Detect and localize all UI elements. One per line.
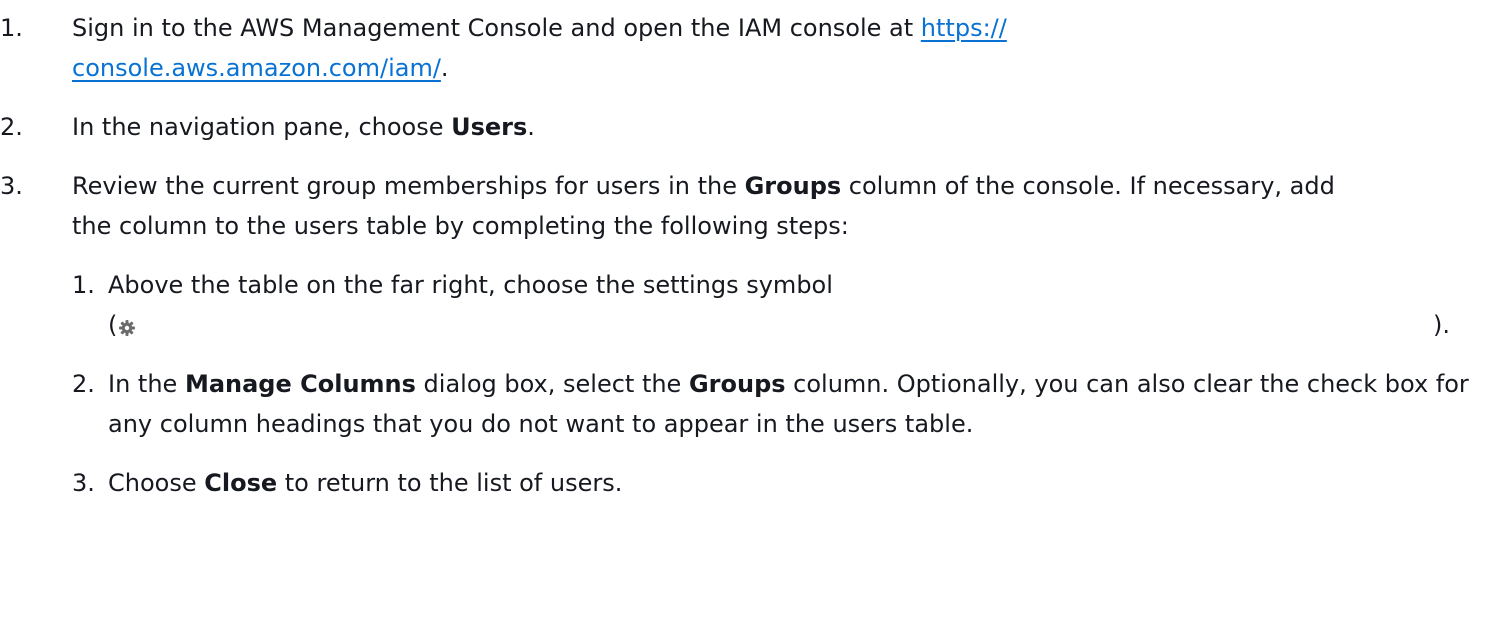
step-text-end: . <box>440 54 449 82</box>
step-number: 2. <box>0 113 23 141</box>
step-text: In the navigation pane, choose <box>72 113 452 141</box>
substep-number: 1. <box>72 271 95 299</box>
substep-1: 1. Above the table on the far right, cho… <box>72 265 1486 345</box>
paren-close: ). <box>1433 311 1450 339</box>
step-number: 3. <box>0 172 23 200</box>
paren-open: ( <box>108 311 118 339</box>
substep-text: Above the table on the far right, choose… <box>108 271 833 299</box>
procedure-steps: 1. Sign in to the AWS Management Console… <box>0 8 1487 522</box>
step-1: 1. Sign in to the AWS Management Console… <box>0 8 1487 88</box>
step-text-end: . <box>527 113 535 141</box>
substep-text: In the <box>108 370 185 398</box>
substep-text: Choose <box>108 469 205 497</box>
step-text: Sign in to the AWS Management Console an… <box>72 14 921 42</box>
document-page: 1. Sign in to the AWS Management Console… <box>0 0 1487 631</box>
substep-text-middle: dialog box, select the <box>415 370 689 398</box>
step-number: 1. <box>0 14 23 42</box>
ui-term-groups: Groups <box>688 370 786 398</box>
ui-term-groups: Groups <box>744 172 842 200</box>
ui-term-users: Users <box>451 113 528 141</box>
substep-3: 3. Choose Close to return to the list of… <box>72 463 1486 503</box>
ui-term-manage-columns: Manage Columns <box>184 370 416 398</box>
substep-number: 3. <box>72 469 95 497</box>
substep-number: 2. <box>72 370 95 398</box>
settings-symbol-line: (). <box>108 305 1450 345</box>
ui-term-close: Close <box>204 469 278 497</box>
link-text-part1: https:// <box>920 14 1007 42</box>
step-3: 3. Review the current group memberships … <box>0 166 1487 503</box>
substep-text-end: to return to the list of users. <box>277 469 623 497</box>
substeps: 1. Above the table on the far right, cho… <box>72 265 1487 503</box>
step-2: 2. In the navigation pane, choose Users. <box>0 107 1487 147</box>
step-3-paragraph: Review the current group memberships for… <box>72 166 1372 246</box>
gear-icon <box>118 309 136 336</box>
substep-2: 2. In the Manage Columns dialog box, sel… <box>72 364 1486 444</box>
link-text-part2: console.aws.amazon.com/iam/ <box>72 54 441 82</box>
step-text: Review the current group memberships for… <box>72 172 745 200</box>
